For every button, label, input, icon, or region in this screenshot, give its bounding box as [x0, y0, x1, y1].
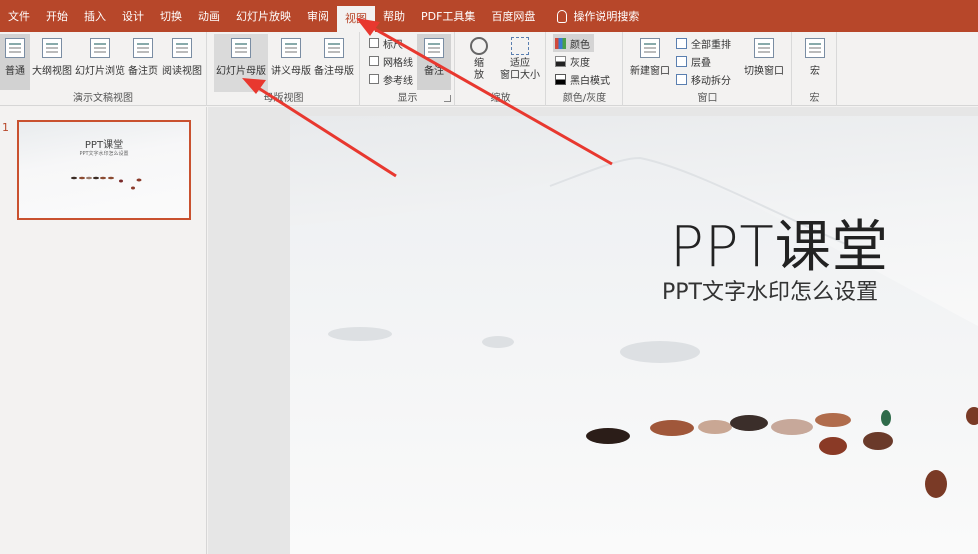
fit-window-icon	[511, 37, 529, 55]
notes-master-icon	[324, 38, 344, 58]
tab-animations[interactable]: 动画	[190, 0, 228, 32]
slide-number: 1	[2, 121, 9, 134]
slide-editor: PPT课堂 PPT文字水印怎么设置	[208, 107, 978, 554]
new-window-icon	[640, 38, 660, 58]
new-window-button[interactable]: 新建窗口	[628, 34, 672, 90]
arrange-all-button[interactable]: 全部重排	[676, 34, 731, 52]
normal-view-icon	[5, 38, 25, 58]
tab-view[interactable]: 视图	[337, 6, 375, 32]
macros-icon	[805, 38, 825, 58]
group-label-zoom: 缩放	[490, 93, 511, 104]
group-window: 新建窗口 全部重排 层叠 移动拆分 切换窗口 窗口	[624, 32, 792, 106]
reading-view-icon	[172, 38, 192, 58]
tab-insert[interactable]: 插入	[76, 0, 114, 32]
normal-view-button[interactable]: 普通	[0, 34, 30, 90]
group-show: 标尺 网格线 参考线 备注 显示	[361, 32, 455, 106]
move-split-button[interactable]: 移动拆分	[676, 70, 731, 88]
slide-sorter-icon	[90, 38, 110, 58]
gridlines-checkbox[interactable]: 网格线	[369, 52, 413, 70]
tab-slideshow[interactable]: 幻灯片放映	[228, 0, 299, 32]
group-presentation-views: 普通 大纲视图 幻灯片浏览 备注页 阅读视图 演示文稿视图	[0, 32, 207, 106]
switch-window-icon	[754, 38, 774, 58]
group-label-color-grayscale: 颜色/灰度	[562, 93, 607, 104]
magnifier-icon	[470, 37, 488, 55]
group-label-presentation-views: 演示文稿视图	[73, 93, 133, 104]
handout-master-button[interactable]: 讲义母版	[270, 34, 312, 90]
macros-button[interactable]: 宏	[797, 34, 833, 90]
tab-baidu-netdisk[interactable]: 百度网盘	[483, 0, 543, 32]
notes-button[interactable]: 备注	[417, 34, 451, 90]
thumbnail-subtitle: PPT文字水印怎么设置	[79, 151, 129, 157]
notes-page-icon	[133, 38, 153, 58]
grayscale-swatch-icon	[555, 55, 566, 67]
group-label-window: 窗口	[697, 93, 718, 104]
slide-subtitle[interactable]: PPT文字水印怎么设置	[662, 274, 878, 306]
tab-transitions[interactable]: 切换	[152, 0, 190, 32]
tab-review[interactable]: 审阅	[299, 0, 337, 32]
slide-sorter-button[interactable]: 幻灯片浏览	[74, 34, 126, 90]
slide-master-icon	[231, 38, 251, 58]
outline-view-icon	[42, 38, 62, 58]
thumbnail-title: PPT课堂	[84, 140, 124, 151]
black-white-swatch-icon	[555, 73, 566, 85]
tab-design[interactable]: 设计	[114, 0, 152, 32]
tab-home[interactable]: 开始	[38, 0, 76, 32]
slide-thumbnail[interactable]: PPT课堂 PPT文字水印怎么设置	[17, 120, 191, 220]
guides-checkbox[interactable]: 参考线	[369, 70, 413, 88]
tab-file[interactable]: 文件	[0, 0, 38, 32]
fit-to-window-button[interactable]: 适应 窗口大小	[496, 34, 544, 90]
group-macros: 宏 宏	[793, 32, 837, 106]
reading-view-button[interactable]: 阅读视图	[161, 34, 203, 90]
ruler-checkbox[interactable]: 标尺	[369, 34, 403, 52]
notes-master-button[interactable]: 备注母版	[312, 34, 356, 90]
dialog-launcher-icon[interactable]	[444, 95, 451, 102]
lightbulb-icon	[557, 9, 568, 23]
color-swatch-icon	[555, 37, 566, 49]
group-master-views: 幻灯片母版 讲义母版 备注母版 母版视图	[208, 32, 360, 106]
thumbnail-horses-image	[71, 176, 142, 190]
checkbox-icon	[369, 74, 379, 84]
move-split-icon	[676, 73, 687, 85]
tell-me-label: 操作说明搜索	[573, 10, 640, 23]
cascade-button[interactable]: 层叠	[676, 52, 711, 70]
slide-thumbnail-pane: 1 PPT课堂 PPT文字水印怎么设置	[0, 107, 207, 554]
snow-landscape-image	[290, 156, 978, 554]
arrange-all-icon	[676, 37, 687, 49]
handout-master-icon	[281, 38, 301, 58]
black-white-option[interactable]: 黑白模式	[555, 70, 610, 88]
zoom-button[interactable]: 缩 放	[462, 34, 496, 90]
group-label-master-views: 母版视图	[263, 93, 304, 104]
group-color-grayscale: 颜色 灰度 黑白模式 颜色/灰度	[547, 32, 623, 106]
slide-master-button[interactable]: 幻灯片母版	[214, 34, 268, 92]
checkbox-icon	[369, 56, 379, 66]
slide-canvas[interactable]: PPT课堂 PPT文字水印怎么设置	[290, 116, 978, 554]
tell-me-search[interactable]: 操作说明搜索	[557, 8, 639, 24]
switch-window-button[interactable]: 切换窗口	[740, 34, 788, 90]
slide-title[interactable]: PPT课堂	[670, 202, 889, 283]
color-option[interactable]: 颜色	[553, 34, 594, 52]
ribbon: 普通 大纲视图 幻灯片浏览 备注页 阅读视图 演示文稿视图 幻灯片母版 讲义母版	[0, 32, 978, 106]
notes-icon	[424, 38, 444, 58]
tab-help[interactable]: 帮助	[375, 0, 413, 32]
group-label-macros: 宏	[809, 93, 820, 104]
outline-view-button[interactable]: 大纲视图	[32, 34, 72, 90]
tab-pdf-tools[interactable]: PDF工具集	[413, 0, 483, 32]
group-zoom: 缩 放 适应 窗口大小 缩放	[456, 32, 546, 106]
cascade-icon	[676, 55, 687, 67]
menu-bar: 文件 开始 插入 设计 切换 动画 幻灯片放映 审阅 视图 帮助 PDF工具集 …	[0, 0, 978, 32]
group-label-show: 显示	[397, 93, 418, 104]
checkbox-icon	[369, 38, 379, 48]
notes-page-button[interactable]: 备注页	[127, 34, 159, 90]
grayscale-option[interactable]: 灰度	[555, 52, 590, 70]
